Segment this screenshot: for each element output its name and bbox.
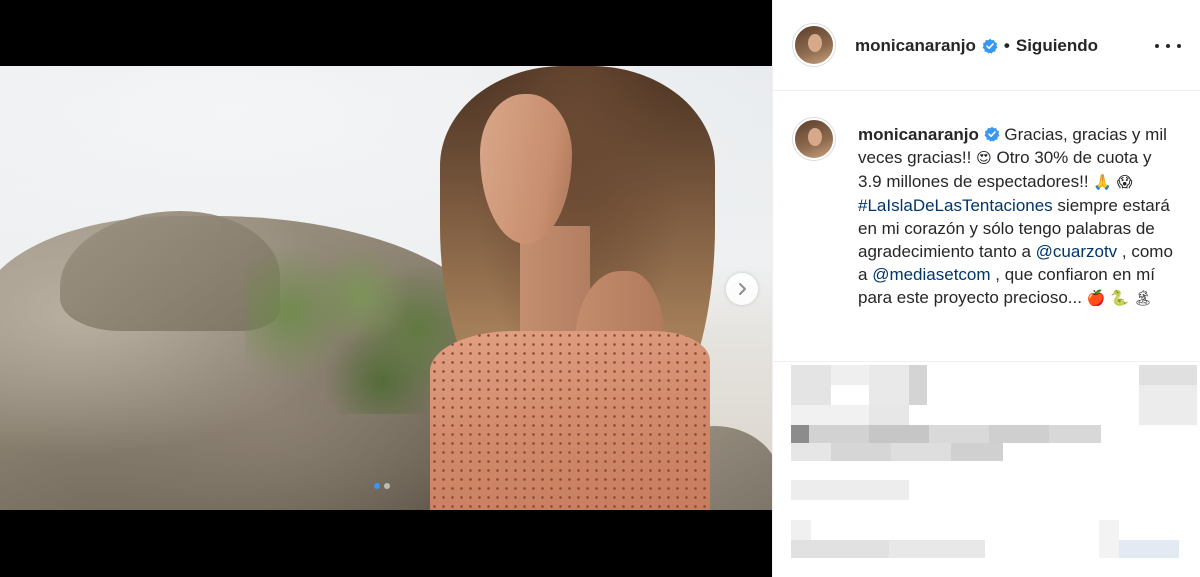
- blur-block: [869, 405, 909, 425]
- blur-block: [791, 480, 909, 500]
- header-separator: •: [1003, 36, 1010, 55]
- verified-badge-icon: [982, 38, 998, 54]
- blur-block: [831, 365, 869, 385]
- hashtag-link[interactable]: #LaIslaDeLasTentaciones: [858, 196, 1053, 215]
- avatar[interactable]: [793, 118, 835, 160]
- carousel-indicator: [374, 483, 390, 489]
- following-button[interactable]: Siguiendo: [1016, 36, 1098, 56]
- header-user-line: monicanaranjo • Siguiendo: [855, 36, 1098, 56]
- blur-block: [929, 425, 989, 443]
- blur-block: [869, 365, 909, 405]
- blur-block: [791, 520, 811, 540]
- post-side-panel: monicanaranjo • Siguiendo monicanaranjo …: [772, 0, 1200, 577]
- more-dot-icon: [1155, 44, 1159, 48]
- snake-emoji-icon: 🐍: [1110, 289, 1129, 307]
- blur-block: [1099, 520, 1119, 558]
- more-dot-icon: [1166, 44, 1170, 48]
- heart-eyes-emoji-icon: 😍: [976, 149, 992, 167]
- blur-block: [891, 443, 951, 461]
- verified-badge-icon: [984, 126, 1000, 142]
- blur-block: [1139, 385, 1197, 425]
- blur-block: [889, 540, 985, 558]
- username-link[interactable]: monicanaranjo: [855, 36, 976, 56]
- blur-block: [791, 365, 831, 405]
- apple-emoji-icon: 🍎: [1086, 289, 1106, 307]
- blur-block: [791, 540, 889, 558]
- post-media: [0, 0, 772, 577]
- avatar[interactable]: [793, 24, 835, 66]
- post-caption: monicanaranjo Gracias, gracias y mil vec…: [773, 92, 1200, 362]
- carousel-dot-active: [374, 483, 380, 489]
- blur-block: [791, 405, 869, 425]
- blur-block: [909, 365, 927, 405]
- blur-block: [1049, 425, 1101, 443]
- blur-block: [809, 425, 869, 443]
- mention-link-mediasetcom[interactable]: @mediasetcom: [872, 265, 990, 284]
- post-header: monicanaranjo • Siguiendo: [773, 0, 1200, 91]
- carousel-next-button[interactable]: [726, 273, 758, 305]
- screaming-face-emoji-icon: 😱: [1116, 173, 1133, 191]
- carousel-dot: [384, 483, 390, 489]
- blur-block: [831, 443, 891, 461]
- blur-block: [791, 443, 831, 461]
- photo-dress: [430, 331, 710, 510]
- blur-block: [951, 443, 1003, 461]
- blur-block: [1119, 540, 1179, 558]
- more-options-button[interactable]: [1155, 34, 1181, 58]
- chevron-right-icon: [739, 283, 746, 295]
- caption-username-link[interactable]: monicanaranjo: [858, 125, 979, 144]
- mention-link-cuarzotv[interactable]: @cuarzotv: [1036, 242, 1118, 261]
- post-photo[interactable]: [0, 66, 772, 510]
- blur-block: [989, 425, 1049, 443]
- blur-block: [791, 425, 809, 443]
- more-dot-icon: [1177, 44, 1181, 48]
- praying-hands-emoji-icon: 🙏: [1093, 173, 1112, 191]
- caption-text: monicanaranjo Gracias, gracias y mil vec…: [858, 123, 1178, 310]
- blur-block: [1139, 365, 1197, 385]
- blur-block: [869, 425, 929, 443]
- island-emoji-icon: 🏝: [1133, 289, 1153, 307]
